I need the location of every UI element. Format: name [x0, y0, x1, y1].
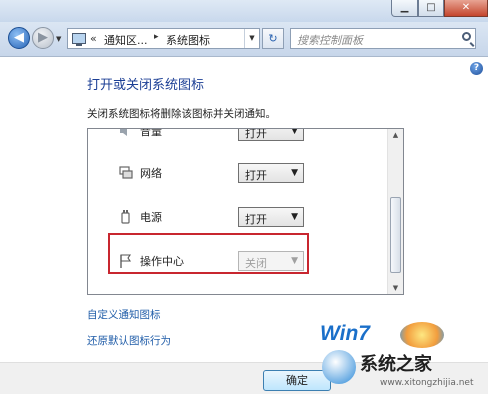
breadcrumb-system-icons[interactable]: 系统图标: [166, 32, 210, 48]
power-icon: [121, 210, 130, 224]
search-icon[interactable]: [462, 32, 471, 41]
row-label-volume: 音量: [140, 128, 162, 138]
watermark-swirl: [400, 322, 444, 348]
customize-notification-icons-link[interactable]: 自定义通知图标: [87, 307, 161, 322]
select-value: 打开: [245, 169, 267, 182]
select-value: 打开: [245, 213, 267, 226]
chevron-down-icon: ▼: [291, 168, 298, 178]
scrollbar-thumb[interactable]: [390, 197, 401, 273]
list-item: 网络 打开 ▼: [88, 161, 388, 187]
back-button[interactable]: ◀: [8, 27, 30, 49]
list-item: 电源 打开 ▼: [88, 205, 388, 231]
window-title-bar: ▁ □ ✕: [0, 0, 488, 22]
restore-default-icon-behaviors-link[interactable]: 还原默认图标行为: [87, 333, 171, 348]
help-icon[interactable]: ?: [470, 62, 483, 75]
watermark: Win7 系统之家 www.xitongzhijia.net: [318, 320, 488, 393]
scroll-down-icon[interactable]: ▼: [388, 284, 403, 292]
maximize-icon: □: [426, 2, 436, 13]
network-behavior-select[interactable]: 打开 ▼: [238, 163, 304, 183]
control-panel-icon: [72, 33, 86, 46]
page-title: 打开或关闭系统图标: [87, 78, 205, 93]
watermark-url: www.xitongzhijia.net: [380, 378, 474, 388]
system-icons-list: 音量 打开 ▼ 网络 打开 ▼ 电源 打开 ▼ 操作中心 关闭 ▼ ▲ ▼: [87, 128, 404, 295]
breadcrumb-notification-area[interactable]: 通知区...: [104, 32, 148, 48]
list-item: 音量 打开 ▼: [88, 128, 388, 145]
watermark-site: 系统之家: [360, 354, 432, 375]
address-dropdown-icon[interactable]: ▼: [244, 29, 259, 48]
power-behavior-select[interactable]: 打开 ▼: [238, 207, 304, 227]
chevron-down-icon: ▼: [291, 212, 298, 222]
navigation-bar: ◀ ▶ ▼ « 通知区... ▸ 系统图标 ▼ ↻ 搜索控制面板: [0, 22, 488, 57]
select-value: 打开: [245, 128, 267, 140]
network-icon: [119, 166, 133, 179]
volume-behavior-select[interactable]: 打开 ▼: [238, 128, 304, 141]
close-icon: ✕: [461, 2, 471, 13]
volume-icon: [120, 129, 127, 136]
breadcrumb-arrow-icon[interactable]: ▸: [154, 32, 159, 42]
vertical-scrollbar[interactable]: ▲ ▼: [387, 129, 403, 294]
row-label-power: 电源: [140, 211, 162, 224]
minimize-button[interactable]: ▁: [391, 0, 418, 17]
scroll-up-icon[interactable]: ▲: [388, 131, 403, 139]
address-bar[interactable]: « 通知区... ▸ 系统图标 ▼: [67, 28, 260, 49]
minimize-icon: ▁: [400, 2, 409, 13]
search-placeholder: 搜索控制面板: [297, 34, 363, 47]
chevron-down-icon: ▼: [291, 128, 298, 136]
breadcrumb-overflow[interactable]: «: [90, 32, 97, 45]
maximize-button[interactable]: □: [418, 0, 444, 17]
watermark-logo: [322, 350, 356, 384]
close-button[interactable]: ✕: [444, 0, 488, 17]
search-input[interactable]: 搜索控制面板: [290, 28, 476, 49]
row-label-network: 网络: [140, 167, 162, 180]
page-description: 关闭系统图标将删除该图标并关闭通知。: [87, 108, 276, 120]
recent-pages-dropdown-icon[interactable]: ▼: [56, 35, 61, 43]
watermark-brand: Win7: [320, 322, 370, 345]
refresh-button[interactable]: ↻: [262, 28, 284, 49]
highlight-box: [108, 233, 309, 274]
forward-button[interactable]: ▶: [32, 27, 54, 49]
